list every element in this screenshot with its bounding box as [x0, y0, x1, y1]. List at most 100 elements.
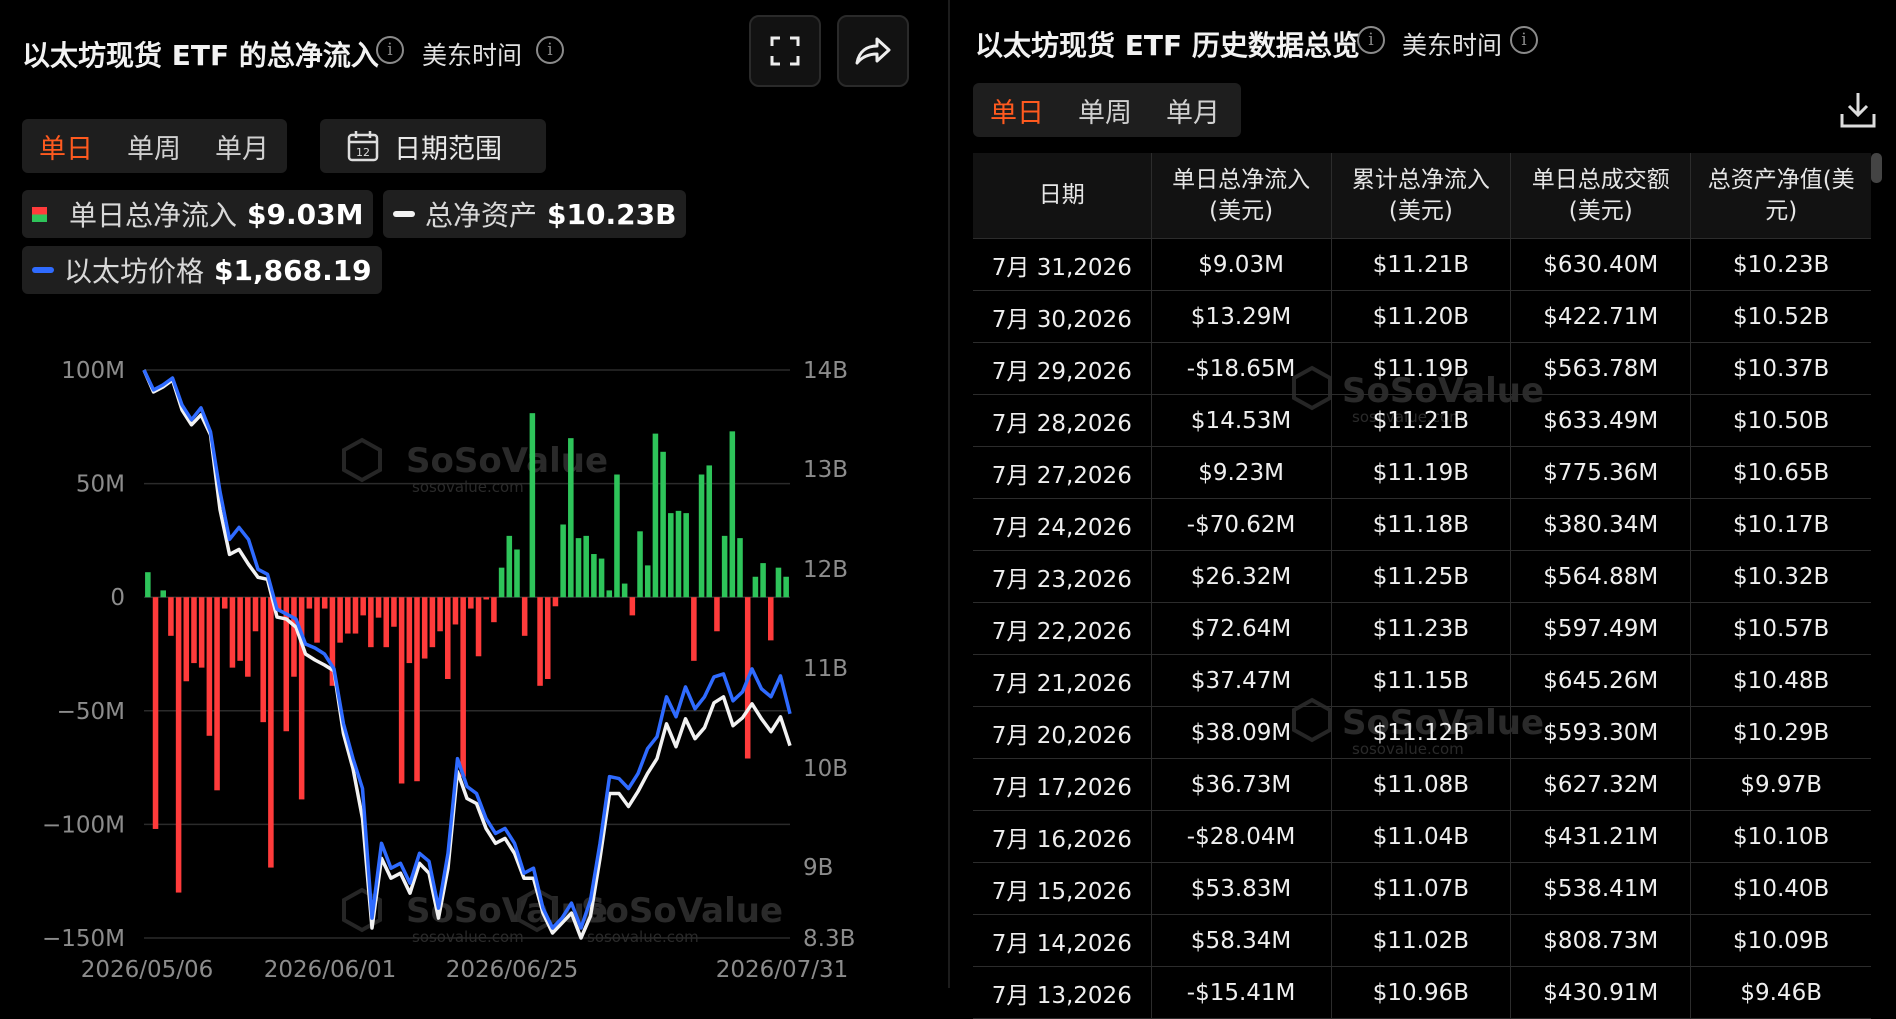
table-cell: $645.26M	[1510, 654, 1692, 707]
table-cell: $72.64M	[1151, 602, 1332, 655]
inflow-bar	[668, 513, 674, 598]
tab-weekly[interactable]: 单周	[110, 127, 198, 166]
table-cell: $775.36M	[1510, 446, 1692, 499]
table-cell: 7月 24,2026	[973, 498, 1152, 551]
table-cell: $11.21B	[1331, 238, 1512, 291]
inflow-bar	[560, 524, 566, 598]
y2-tick-label: 10B	[803, 756, 848, 782]
inflow-bar	[214, 597, 220, 791]
table-cell: $11.23B	[1331, 602, 1512, 655]
table-cell: $380.34M	[1510, 498, 1692, 551]
table-cell: -$28.04M	[1151, 810, 1332, 863]
line-swatch-icon	[32, 267, 54, 273]
table-cell: 7月 22,2026	[973, 602, 1152, 655]
y2-tick-label: 8.3B	[803, 926, 855, 952]
tab-daily[interactable]: 单日	[22, 127, 110, 166]
table-row: 7月 29,2026 -$18.65M $11.19B $563.78M $10.37B	[973, 342, 1871, 395]
inflow-bar	[714, 597, 720, 632]
inflow-bar	[345, 597, 351, 634]
table-cell: $14.53M	[1151, 394, 1332, 447]
timezone-label: 美东时间	[422, 41, 523, 70]
table-row: 7月 23,2026 $26.32M $11.25B $564.88M $10.32B	[973, 550, 1871, 603]
table-scrollbar[interactable]	[1871, 153, 1882, 183]
legend-value: $1,868.19	[214, 253, 372, 287]
inflow-bar	[621, 583, 628, 598]
inflow-bar	[383, 597, 390, 648]
tab-monthly[interactable]: 单月	[198, 127, 286, 166]
inflow-bar	[314, 597, 320, 643]
table-row: 7月 24,2026 -$70.62M $11.18B $380.34M $10.17B	[973, 498, 1871, 551]
download-button[interactable]	[1838, 90, 1878, 134]
inflow-bar	[475, 597, 482, 657]
x-tick-label: 2026/06/25	[446, 957, 579, 983]
inflow-bar	[637, 531, 643, 598]
y-tick-label: −150M	[42, 926, 125, 952]
date-range-button[interactable]: 12 日期范围	[320, 119, 546, 173]
table-cell: 7月 21,2026	[973, 654, 1152, 707]
inflow-bar	[321, 597, 328, 609]
inflow-bar	[168, 597, 174, 636]
table-cell: 7月 23,2026	[973, 550, 1152, 603]
legend-total-assets[interactable]: 总净资产 $10.23B	[383, 190, 687, 238]
info-icon[interactable]: i	[1357, 26, 1385, 54]
tab-daily[interactable]: 单日	[973, 91, 1061, 130]
fullscreen-icon	[770, 36, 800, 66]
inflow-bar	[606, 590, 613, 598]
legend-net-inflow[interactable]: 单日总净流入 $9.03M	[22, 190, 374, 238]
fullscreen-button[interactable]	[749, 15, 821, 87]
share-button[interactable]	[837, 15, 909, 87]
table-cell: -$15.41M	[1151, 966, 1332, 1019]
inflow-bar	[368, 597, 374, 648]
table-row: 7月 22,2026 $72.64M $11.23B $597.49M $10.57B	[973, 602, 1871, 655]
inflow-bar	[291, 597, 297, 677]
table-cell: $10.32B	[1690, 550, 1871, 603]
inflow-bar	[729, 431, 736, 598]
legend-eth-price[interactable]: 以太坊价格 $1,868.19	[22, 246, 382, 294]
inflow-bar	[445, 597, 451, 679]
table-cell: $10.29B	[1690, 706, 1871, 759]
inflow-bar	[591, 554, 597, 598]
tab-monthly[interactable]: 单月	[1149, 91, 1237, 130]
inflow-bar	[521, 597, 528, 636]
y-tick-label: 100M	[61, 358, 125, 384]
table-row: 7月 17,2026 $36.73M $11.08B $627.32M $9.97B	[973, 758, 1871, 811]
table-cell: $9.03M	[1151, 238, 1332, 291]
timezone-info-icon[interactable]: i	[536, 36, 564, 64]
table-cell: 7月 14,2026	[973, 914, 1152, 967]
inflow-bar	[221, 597, 228, 609]
inflow-bar	[260, 597, 266, 723]
table-row: 7月 14,2026 $58.34M $11.02B $808.73M $10.09B	[973, 914, 1871, 967]
table-cell: $10.17B	[1690, 498, 1871, 551]
table-cell: -$18.65M	[1151, 342, 1332, 395]
tab-weekly[interactable]: 单周	[1061, 91, 1149, 130]
svg-text:sosovalue.com: sosovalue.com	[587, 928, 699, 946]
inflow-bar	[514, 549, 520, 598]
timezone-info-icon[interactable]: i	[1510, 26, 1538, 54]
inflow-bar	[537, 597, 543, 686]
inflow-bar	[206, 597, 213, 736]
table-cell: $9.97B	[1690, 758, 1871, 811]
info-icon[interactable]: i	[376, 36, 404, 64]
table-cell: $630.40M	[1510, 238, 1692, 291]
table-cell: $10.09B	[1690, 914, 1871, 967]
column-header: 单日总成交额 (美元)	[1510, 153, 1692, 239]
table-row: 7月 30,2026 $13.29M $11.20B $422.71M $10.52B	[973, 290, 1871, 343]
column-header: 总资产净值(美 元)	[1690, 153, 1871, 239]
inflow-bar	[483, 597, 489, 600]
table-cell: -$70.62M	[1151, 498, 1332, 551]
share-icon	[855, 37, 891, 65]
history-table: 日期 单日总净流入 (美元) 累计总净流入 (美元) 单日总成交额 (美元) 总资产净值(美元…	[973, 153, 1871, 1019]
column-header: 累计总净流入 (美元)	[1331, 153, 1512, 239]
table-cell: $422.71M	[1510, 290, 1692, 343]
inflow-bar	[652, 433, 659, 598]
inflow-bar	[268, 597, 274, 868]
inflow-bar	[237, 597, 243, 661]
y2-tick-label: 9B	[803, 855, 833, 881]
net-inflow-chart[interactable]: SoSoValuesosovalue.comSoSoValuesosovalue…	[0, 340, 940, 988]
inflow-bar	[498, 567, 505, 598]
inflow-bar	[660, 451, 666, 598]
inflow-bar	[421, 597, 428, 659]
y-tick-label: −50M	[57, 699, 125, 725]
inflow-bar	[752, 576, 759, 598]
y-tick-label: 0	[110, 585, 125, 611]
